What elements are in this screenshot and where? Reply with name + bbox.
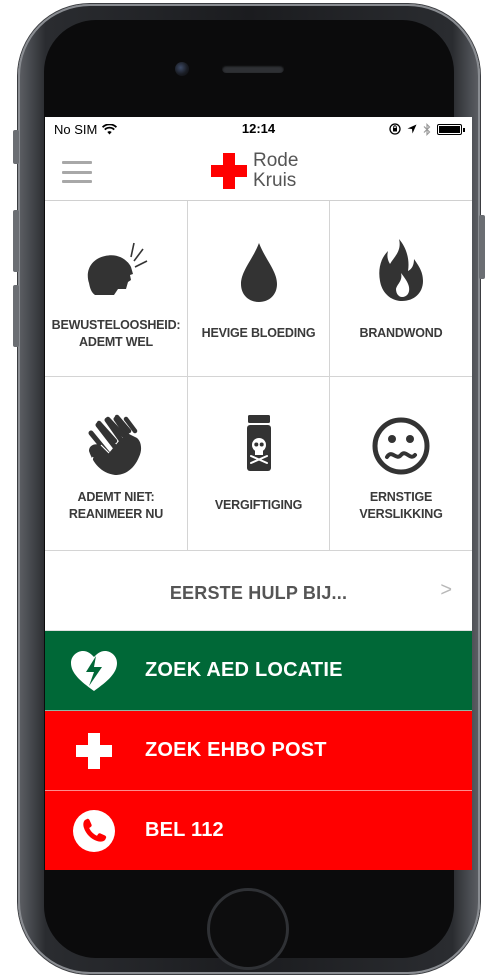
tile-hevige-bloeding[interactable]: HEVIGE BLOEDING [188, 201, 330, 377]
find-ehbo-label: ZOEK EHBO POST [145, 739, 327, 761]
tile-label: HEVIGE BLOEDING [201, 326, 316, 340]
tile-label: BEWUSTELOOSHEID: ADEMT WEL [51, 318, 181, 349]
action-icon-wrap [69, 810, 119, 852]
action-icon-wrap [69, 731, 119, 771]
nav-bar: Rode Kruis [45, 141, 472, 201]
logo-line-rode: Rode [253, 150, 299, 171]
first-aid-row[interactable]: EERSTE HULP BIJ... > [45, 551, 472, 631]
tile-label: ADEMT NIET: REANIMEER NU [68, 490, 164, 521]
first-aid-label: EERSTE HULP BIJ... [169, 583, 348, 603]
tile-vergiftiging[interactable]: VERGIFTIGING [188, 377, 330, 551]
cpr-hands-icon [88, 414, 142, 475]
emergency-grid: BEWUSTELOOSHEID: ADEMT WEL HEVIGE BLOEDI… [45, 201, 472, 551]
tile-label: VERGIFTIGING [214, 498, 303, 512]
flame-icon [379, 239, 423, 301]
find-ehbo-button[interactable]: ZOEK EHBO POST [45, 711, 472, 791]
call-112-label: BEL 112 [145, 819, 224, 841]
chevron-right-icon: > [440, 579, 452, 601]
action-icon-wrap [69, 651, 119, 691]
find-aed-button[interactable]: ZOEK AED LOCATIE [45, 631, 472, 711]
tile-bewusteloosheid[interactable]: BEWUSTELOOSHEID: ADEMT WEL [45, 201, 188, 377]
red-cross-icon [211, 153, 247, 189]
status-time: 12:14 [241, 121, 276, 136]
status-bar: No SIM 12:14 [45, 117, 472, 141]
tile-brandwond[interactable]: BRANDWOND [330, 201, 472, 377]
tile-label: BRANDWOND [359, 326, 443, 340]
mute-switch [13, 130, 19, 164]
tile-label: ERNSTIGE VERSLIKKING [359, 490, 443, 521]
app-screen: No SIM 12:14 Rode Kruis BEWUSTELOOSHEID:… [45, 117, 472, 870]
tile-reanimeer[interactable]: ADEMT NIET: REANIMEER NU [45, 377, 188, 551]
unconscious-breathing-icon [87, 242, 148, 295]
tile-verslikking[interactable]: ERNSTIGE VERSLIKKING [330, 377, 472, 551]
home-button[interactable] [207, 888, 289, 970]
aed-heart-icon [71, 651, 117, 691]
rode-kruis-logo: Rode Kruis [211, 151, 298, 191]
volume-down-button [13, 285, 19, 347]
logo-text: Rode Kruis [253, 151, 298, 191]
find-aed-label: ZOEK AED LOCATIE [145, 659, 343, 681]
volume-up-button [13, 210, 19, 272]
logo-line-kruis: Kruis [253, 170, 297, 191]
battery-icon [437, 123, 465, 135]
front-camera [175, 62, 189, 76]
cross-icon [76, 733, 112, 769]
poison-bottle-icon [246, 415, 271, 471]
menu-icon[interactable] [62, 161, 92, 183]
phone-icon [73, 810, 115, 852]
call-112-button[interactable]: BEL 112 [45, 791, 472, 870]
power-button [479, 215, 485, 279]
blood-drop-icon [240, 243, 277, 302]
earpiece-speaker [222, 65, 284, 73]
choking-face-icon [372, 417, 430, 475]
